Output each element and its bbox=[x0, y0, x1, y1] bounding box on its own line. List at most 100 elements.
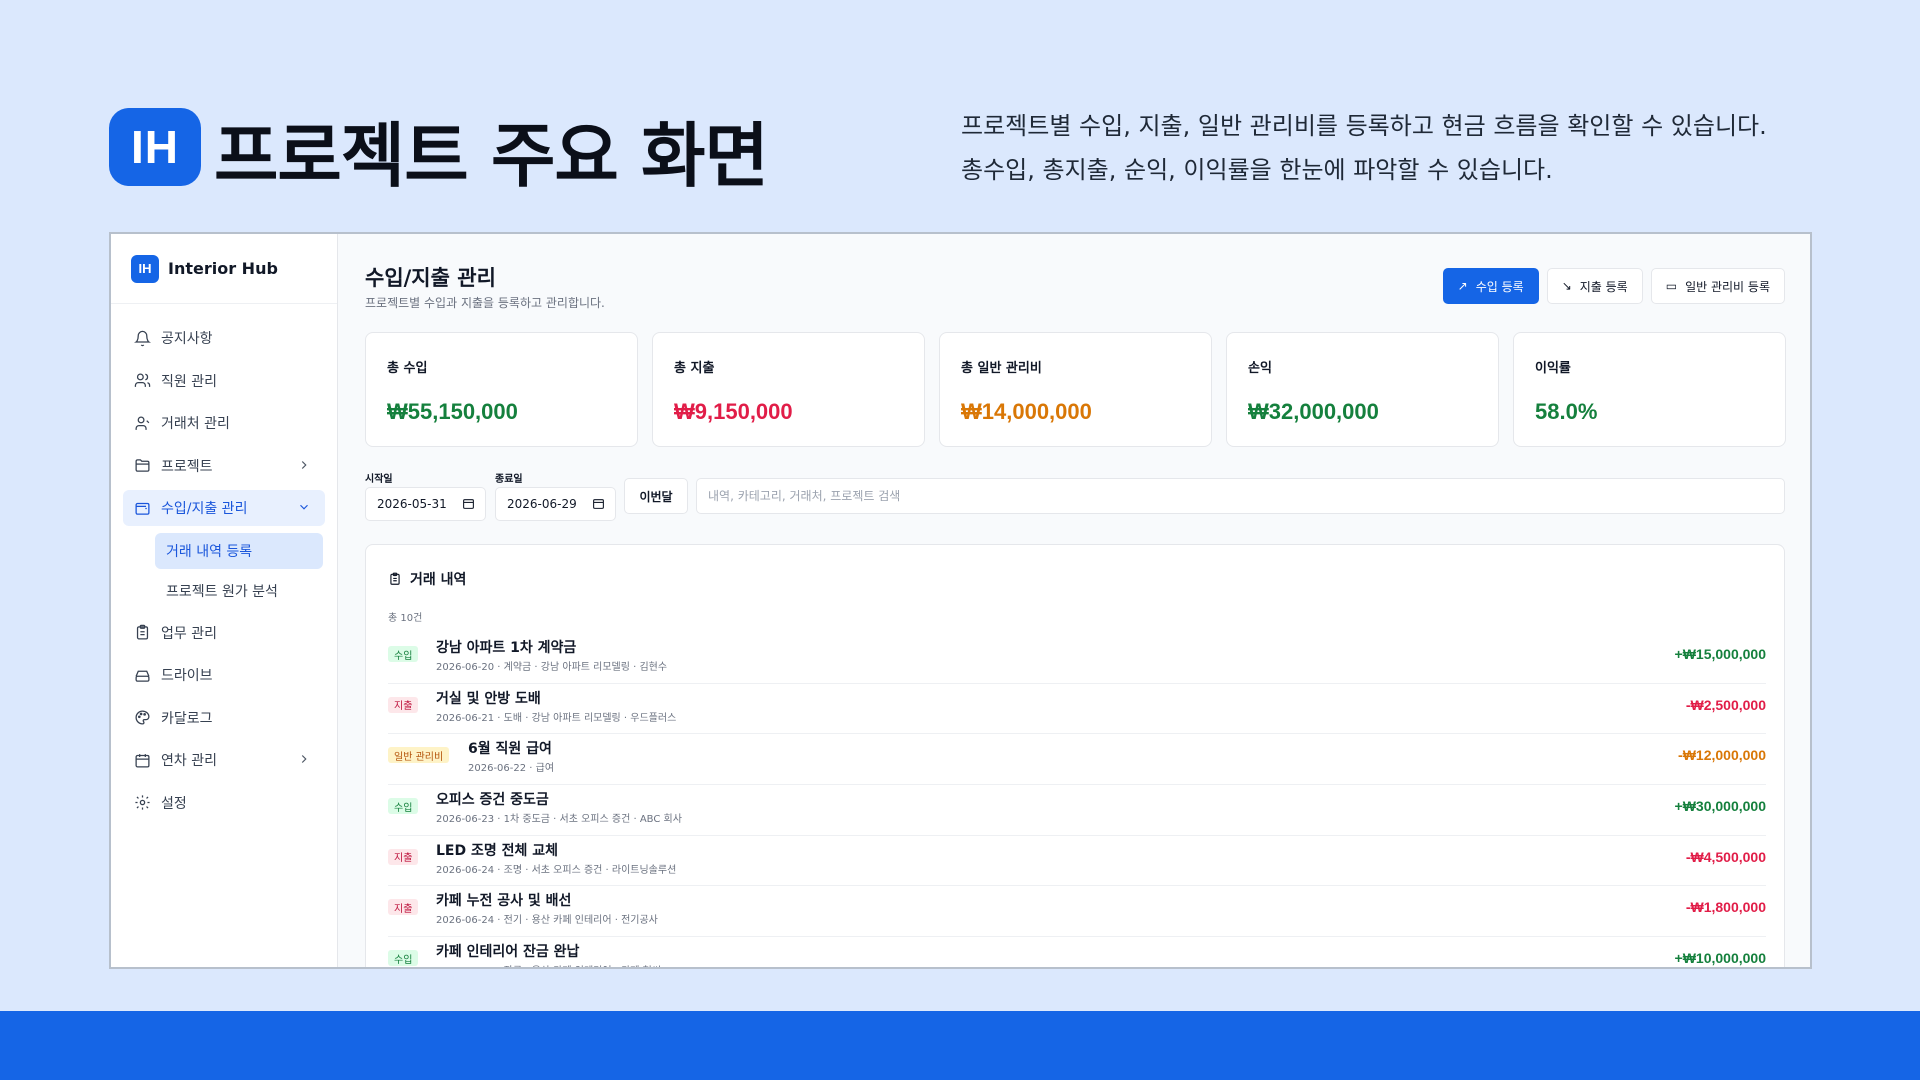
overhead-register-label: 일반 관리비 등록 bbox=[1685, 279, 1770, 294]
transaction-meta: 2026-06-20 · 계약금 · 강남 아파트 리모델링 · 김현수 bbox=[436, 662, 668, 673]
hero-title: 프로젝트 주요 화면 bbox=[214, 115, 769, 197]
type-badge: 지출 bbox=[388, 696, 419, 713]
palette-icon bbox=[133, 709, 151, 727]
calendar-icon[interactable] bbox=[592, 497, 605, 510]
sidebar-item-label: 업무 관리 bbox=[161, 625, 217, 642]
end-date-value: 2026-06-29 bbox=[507, 497, 577, 511]
sidebar-subitem-cost-analysis[interactable]: 프로젝트 원가 분석 bbox=[155, 573, 323, 609]
card-label: 총 수입 bbox=[387, 361, 428, 376]
sidebar-item-income-expense[interactable]: 수입/지출 관리 bbox=[123, 490, 325, 526]
table-row[interactable]: 수입 카페 인테리어 잔금 완납2026-06-15 · 잔금 · 용산 카페 인… bbox=[388, 937, 1766, 967]
page-subtitle: 프로젝트별 수입과 지출을 등록하고 관리합니다. bbox=[365, 296, 605, 310]
transactions-panel: 거래 내역 총 10건 수입 강남 아파트 1차 계약금 2026-06-20 · … bbox=[365, 544, 1785, 967]
bell-icon bbox=[133, 329, 151, 347]
transaction-name: 강남 아파트 1차 계약금 bbox=[436, 640, 577, 656]
chevron-right-icon bbox=[297, 752, 311, 766]
card-label: 총 일반 관리비 bbox=[961, 361, 1042, 376]
action-buttons: ↗ 수입 등록 ↘ 지출 등록 ▭ 일반 관리비 등록 bbox=[1442, 268, 1785, 304]
users-icon bbox=[133, 372, 151, 390]
sidebar: IH Interior Hub 공지사항 직원 관리 거래처 관리 프로젝트 수… bbox=[111, 234, 338, 967]
sidebar-item-notices[interactable]: 공지사항 bbox=[123, 320, 325, 356]
start-date-field[interactable]: 2026-05-31 bbox=[365, 487, 486, 521]
overhead-register-button[interactable]: ▭ 일반 관리비 등록 bbox=[1650, 268, 1785, 304]
sidebar-item-label: 수입/지출 관리 bbox=[161, 501, 248, 517]
sidebar-item-leave[interactable]: 연차 관리 bbox=[123, 742, 325, 778]
drive-icon bbox=[133, 666, 151, 684]
type-badge: 지출 bbox=[388, 848, 419, 865]
type-badge: 수입 bbox=[388, 950, 419, 967]
card-value: ₩32,000,000 bbox=[1248, 399, 1379, 424]
arrow-down-right-icon: ↘ bbox=[1561, 279, 1572, 293]
sidebar-item-label: 설정 bbox=[161, 795, 187, 812]
hero-description: 프로젝트별 수입, 지출, 일반 관리비를 등록하고 현금 흐름을 확인할 수 … bbox=[961, 104, 1767, 192]
transaction-meta: 2026-06-23 · 1차 중도금 · 서초 오피스 증건 · ABC 회사 bbox=[436, 814, 682, 826]
end-date-label: 종료일 bbox=[495, 474, 523, 485]
table-row[interactable]: 지출 카페 누전 공사 및 배선 2026-06-24 · 전기 · 용산 카페 인… bbox=[388, 886, 1766, 938]
page-title: 수입/지출 관리 bbox=[365, 266, 496, 290]
type-badge: 지출 bbox=[388, 899, 419, 916]
type-badge: 수입 bbox=[388, 798, 419, 815]
transaction-meta: 2026-06-21 · 도배 · 강남 아파트 리모델링 · 우드플러스 bbox=[436, 712, 677, 724]
arrow-up-right-icon: ↗ bbox=[1457, 279, 1468, 293]
this-month-button[interactable]: 이번달 bbox=[624, 478, 688, 514]
type-badge: 일반 관리비 bbox=[388, 747, 450, 764]
table-row[interactable]: 지출 거실 및 안방 도배 2026-06-21 · 도배 · 강남 아파트 리모델… bbox=[388, 684, 1766, 735]
transactions-list: 수입 강남 아파트 1차 계약금 2026-06-20 · 계약금 · 강남 아파트… bbox=[388, 633, 1766, 967]
transaction-amount: +₩30,000,000 bbox=[1674, 798, 1766, 815]
sidebar-item-drive[interactable]: 드라이브 bbox=[123, 657, 325, 693]
sidebar-item-clients[interactable]: 거래처 관리 bbox=[123, 405, 325, 441]
end-date-field[interactable]: 2026-06-29 bbox=[495, 487, 616, 521]
card-label: 이익률 bbox=[1535, 361, 1571, 376]
card-label: 총 지출 bbox=[674, 361, 715, 376]
card-value: ₩55,150,000 bbox=[387, 399, 518, 424]
transaction-name: 6월 직원 급여 bbox=[468, 741, 552, 758]
summary-cards: 총 수입 ₩55,150,000 총 지출 ₩9,150,000 총 일반 관리… bbox=[365, 332, 1786, 447]
table-row[interactable]: 수입 오피스 증건 중도금 2026-06-23 · 1차 중도금 · 서초 오피스… bbox=[388, 785, 1766, 836]
transactions-count: 총 10건 bbox=[388, 613, 423, 624]
hero-logo: IH bbox=[109, 108, 201, 186]
card-label: 손익 bbox=[1248, 361, 1272, 376]
transaction-name: 카페 누전 공사 및 배선 bbox=[436, 893, 572, 910]
search-input[interactable] bbox=[696, 478, 1785, 514]
sidebar-subitem-transaction-register[interactable]: 거래 내역 등록 bbox=[155, 532, 323, 569]
sidebar-item-label: 거래처 관리 bbox=[161, 416, 230, 432]
card-value: ₩9,150,000 bbox=[674, 399, 793, 424]
table-row[interactable]: 지출 LED 조명 전체 교체 2026-06-24 · 조명 · 서초 오피스 증… bbox=[388, 836, 1766, 887]
sidebar-item-label: 공지사항 bbox=[161, 331, 213, 347]
hero-desc-line-1: 프로젝트별 수입, 지출, 일반 관리비를 등록하고 현금 흐름을 확인할 수 … bbox=[961, 112, 1767, 140]
expense-register-label: 지출 등록 bbox=[1579, 279, 1628, 294]
sidebar-item-label: 드라이브 bbox=[161, 668, 213, 684]
start-date-value: 2026-05-31 bbox=[377, 497, 447, 511]
sidebar-item-projects[interactable]: 프로젝트 bbox=[123, 448, 325, 484]
sidebar-item-employees[interactable]: 직원 관리 bbox=[123, 363, 325, 399]
chevron-down-icon bbox=[297, 500, 311, 514]
filter-bar: 시작일 2026-05-31 종료일 2026-06-29 이번달 bbox=[365, 470, 1785, 522]
transaction-meta: 2026-06-24 · 조명 · 서초 오피스 증건 · 라이트닝솔루션 bbox=[436, 864, 677, 876]
app-window: IH Interior Hub 공지사항 직원 관리 거래처 관리 프로젝트 수… bbox=[109, 232, 1812, 969]
sidebar-item-tasks[interactable]: 업무 관리 bbox=[123, 615, 325, 651]
income-register-button[interactable]: ↗ 수입 등록 bbox=[1442, 268, 1539, 304]
brand-logo: IH bbox=[131, 254, 159, 283]
card-value: ₩14,000,000 bbox=[961, 399, 1092, 424]
clipboard-icon bbox=[133, 624, 151, 642]
card-margin: 이익률 58.0% bbox=[1513, 332, 1786, 447]
brand-name: Interior Hub bbox=[168, 259, 278, 278]
transactions-title-label: 거래 내역 bbox=[410, 572, 467, 588]
calendar-icon[interactable] bbox=[462, 497, 475, 510]
clipboard-icon bbox=[390, 572, 400, 585]
start-date-label: 시작일 bbox=[365, 474, 393, 485]
brand[interactable]: IH Interior Hub bbox=[111, 234, 337, 304]
sidebar-item-label: 직원 관리 bbox=[161, 373, 217, 390]
card-profit: 손익 ₩32,000,000 bbox=[1226, 332, 1499, 447]
transaction-amount: +₩15,000,000 bbox=[1674, 646, 1766, 662]
sidebar-nav: 공지사항 직원 관리 거래처 관리 프로젝트 수입/지출 관리 거래 내역 등록 bbox=[111, 304, 337, 821]
sidebar-item-settings[interactable]: 설정 bbox=[123, 785, 325, 821]
folder-icon bbox=[133, 457, 151, 475]
user-icon bbox=[133, 414, 151, 432]
expense-register-button[interactable]: ↘ 지출 등록 bbox=[1546, 268, 1643, 304]
card-total-income: 총 수입 ₩55,150,000 bbox=[365, 332, 638, 447]
transaction-name: LED 조명 전체 교체 bbox=[436, 842, 559, 859]
table-row[interactable]: 수입 강남 아파트 1차 계약금 2026-06-20 · 계약금 · 강남 아파트… bbox=[388, 633, 1766, 684]
sidebar-item-catalog[interactable]: 카달로그 bbox=[123, 700, 325, 736]
table-row[interactable]: 일반 관리비 6월 직원 급여 2026-06-22 · 급여 -₩12,000,00… bbox=[388, 734, 1766, 786]
